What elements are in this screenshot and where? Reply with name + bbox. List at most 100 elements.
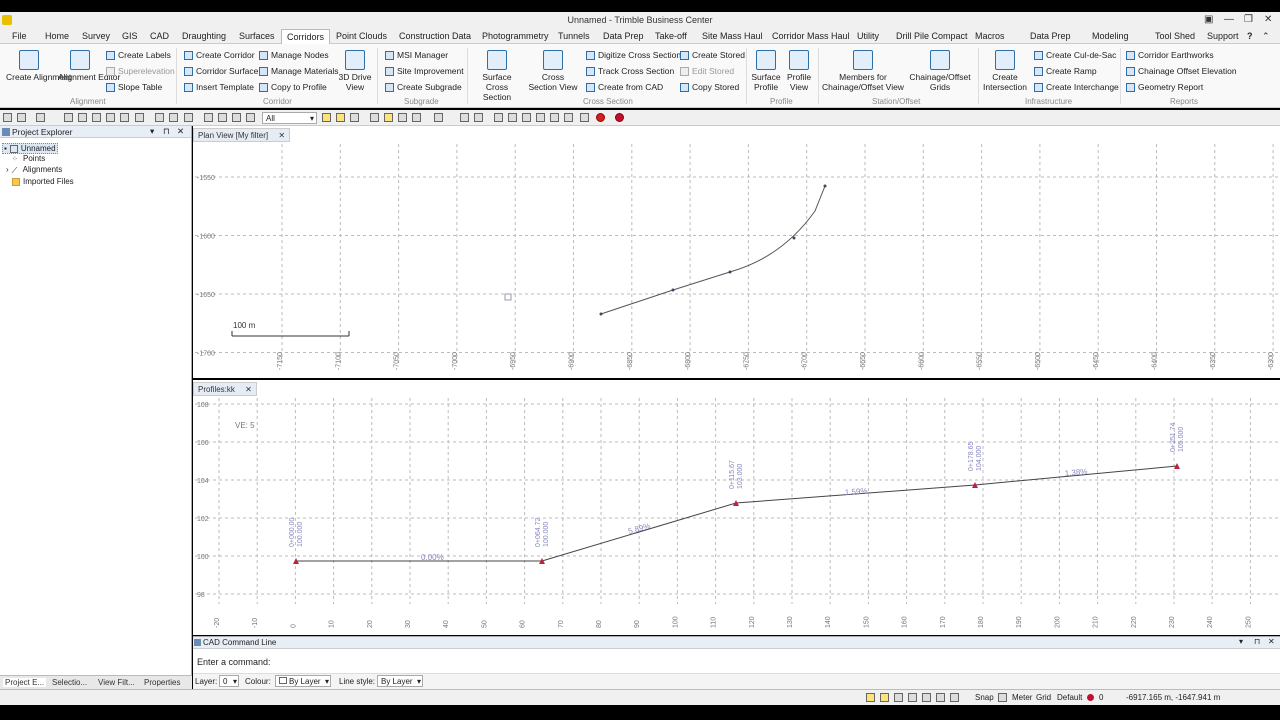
tab-properties[interactable]: Properties — [144, 678, 180, 687]
restore-ribbon-icon[interactable]: ▣ — [1204, 14, 1213, 25]
line-icon[interactable] — [474, 113, 483, 122]
surface-profile-button[interactable]: Surface Profile — [750, 50, 782, 92]
members-chainage-offset-button[interactable]: Members for Chainage/Offset View — [822, 50, 904, 92]
zoom-extents-icon[interactable] — [169, 113, 178, 122]
new-project-icon[interactable] — [36, 113, 45, 122]
create-alignment-button[interactable]: Create Alignment — [6, 50, 71, 82]
menu-drill-pile-compact[interactable]: Drill Pile Compact — [896, 31, 968, 41]
create-intersection-button[interactable]: Create Intersection — [982, 50, 1028, 92]
corridor-surface-button[interactable]: Corridor Surface — [184, 66, 258, 76]
tab-project-explorer[interactable]: Project E... — [3, 678, 47, 687]
view-grid-icon[interactable] — [232, 113, 241, 122]
stop-icon[interactable] — [596, 113, 605, 122]
area-icon[interactable] — [508, 113, 517, 122]
site-improvement-button[interactable]: Site Improvement — [385, 66, 464, 76]
track-cross-section-button[interactable]: Track Cross Section — [586, 66, 674, 76]
alignment-line[interactable] — [600, 185, 826, 315]
line-style-select[interactable]: By Layer ▾ — [377, 675, 423, 687]
menu-modeling[interactable]: Modeling — [1092, 31, 1129, 41]
tracking-icon[interactable] — [908, 693, 917, 702]
create-culdesac-button[interactable]: Create Cul-de-Sac — [1034, 50, 1116, 60]
alignment-node[interactable] — [599, 312, 603, 316]
snap-mode-icon[interactable] — [460, 113, 469, 122]
pin-icon[interactable]: ⊓ — [163, 126, 170, 137]
record-icon[interactable] — [615, 113, 624, 122]
manage-materials-button[interactable]: Manage Materials — [259, 66, 339, 76]
layer-icon[interactable] — [370, 113, 379, 122]
menu-construction-data[interactable]: Construction Data — [399, 31, 471, 41]
tree-item-project[interactable]: ▪ Unnamed — [2, 143, 58, 154]
profile-canvas[interactable]: -20 -10 0 10 20 30 40 50 60 70 80 90 100 110 120 130 140… — [193, 380, 1280, 635]
panel-menu-icon[interactable]: ▾ — [1239, 637, 1243, 646]
layer-select[interactable]: 0 ▾ — [219, 675, 239, 687]
maximize-button[interactable]: ❐ — [1244, 14, 1253, 25]
profile-view-button[interactable]: Profile View — [784, 50, 814, 92]
settings-icon[interactable] — [120, 113, 129, 122]
undo-icon[interactable] — [3, 113, 12, 122]
units-status[interactable]: Meter — [1012, 693, 1032, 702]
gear-icon[interactable] — [522, 113, 531, 122]
menu-photogrammetry[interactable]: Photogrammetry — [482, 31, 549, 41]
menu-corridors[interactable]: Corridors — [281, 29, 331, 44]
alignment-node[interactable] — [792, 236, 796, 240]
slope-table-button[interactable]: Slope Table — [106, 82, 162, 92]
close-panel-icon[interactable]: ✕ — [1268, 637, 1275, 646]
edit-stored-button[interactable]: Edit Stored — [680, 66, 734, 76]
view-plan-icon[interactable] — [204, 113, 213, 122]
cube-icon[interactable] — [550, 113, 559, 122]
table-icon[interactable] — [580, 113, 589, 122]
menu-data-prep-2[interactable]: Data Prep — [1030, 31, 1071, 41]
minimize-button[interactable]: — — [1224, 14, 1234, 25]
surface-cross-section-button[interactable]: Surface Cross Section — [472, 50, 522, 102]
import-icon[interactable] — [92, 113, 101, 122]
create-interchange-button[interactable]: Create Interchange — [1034, 82, 1119, 92]
plan-canvas[interactable]: -7150 -7100 -7050 -7000 -6950 -6900 -6850 -6800… — [193, 126, 1280, 378]
tree-item-points[interactable]: ⁘ Points — [12, 154, 45, 163]
eye-icon[interactable] — [246, 113, 255, 122]
cross-section-view-button[interactable]: Cross Section View — [528, 50, 578, 92]
msi-manager-button[interactable]: MSI Manager — [385, 50, 448, 60]
menu-data-prep[interactable]: Data Prep — [603, 31, 644, 41]
measure-tool-icon[interactable] — [950, 693, 959, 702]
export-icon[interactable] — [106, 113, 115, 122]
menu-corridor-mass-haul[interactable]: Corridor Mass Haul — [772, 31, 850, 41]
snap-icon[interactable] — [350, 113, 359, 122]
profile-view[interactable]: Profiles:kk ✕ -20 -10 0 10 20 30 40 50 60 70 80 90 1… — [193, 380, 1280, 635]
open-icon[interactable] — [64, 113, 73, 122]
alignment-node[interactable] — [671, 288, 675, 292]
digitize-cross-section-button[interactable]: Digitize Cross Section — [586, 50, 681, 60]
insert-template-button[interactable]: Insert Template — [184, 82, 254, 92]
create-from-cad-button[interactable]: Create from CAD — [586, 82, 663, 92]
view-3d-icon[interactable] — [218, 113, 227, 122]
3d-drive-view-button[interactable]: 3D Drive View — [338, 50, 372, 92]
menu-support[interactable]: Support — [1207, 31, 1239, 41]
tab-selection[interactable]: Selectio... — [52, 678, 87, 687]
menu-tool-shed[interactable]: Tool Shed — [1155, 31, 1195, 41]
view-filter-select[interactable]: All ▾ — [262, 112, 317, 124]
menu-surfaces[interactable]: Surfaces — [239, 31, 275, 41]
osnap-icon[interactable] — [880, 693, 889, 702]
measure-icon[interactable] — [398, 113, 407, 122]
geometry-report-button[interactable]: Geometry Report — [1126, 82, 1203, 92]
copy-stored-button[interactable]: Copy Stored — [680, 82, 739, 92]
polyline-icon[interactable] — [494, 113, 503, 122]
create-corridor-button[interactable]: Create Corridor — [184, 50, 255, 60]
close-button[interactable]: ✕ — [1264, 14, 1272, 25]
create-ramp-button[interactable]: Create Ramp — [1034, 66, 1097, 76]
create-subgrade-button[interactable]: Create Subgrade — [385, 82, 462, 92]
pan-icon[interactable] — [184, 113, 193, 122]
chainage-offset-grids-button[interactable]: Chainage/Offset Grids — [908, 50, 972, 92]
alignment-editor-button[interactable]: Alignment Editor — [58, 50, 120, 82]
menu-tunnels[interactable]: Tunnels — [558, 31, 590, 41]
menu-macros[interactable]: Macros — [975, 31, 1005, 41]
copy-to-profile-button[interactable]: Copy to Profile — [259, 82, 327, 92]
snap-status[interactable]: Snap — [975, 693, 994, 702]
close-panel-icon[interactable]: ✕ — [177, 126, 184, 137]
highlight-icon[interactable] — [384, 113, 393, 122]
tree-item-alignments[interactable]: › ⟋ Alignments — [6, 165, 62, 175]
plan-view[interactable]: Plan View [My filter] ✕ -7150 -7100 -7050-… — [193, 126, 1280, 378]
angle-icon[interactable] — [936, 693, 945, 702]
colour-select[interactable]: By Layer ▾ — [275, 675, 331, 687]
corridor-earthworks-button[interactable]: Corridor Earthworks — [1126, 50, 1214, 60]
menu-cad[interactable]: CAD — [150, 31, 169, 41]
